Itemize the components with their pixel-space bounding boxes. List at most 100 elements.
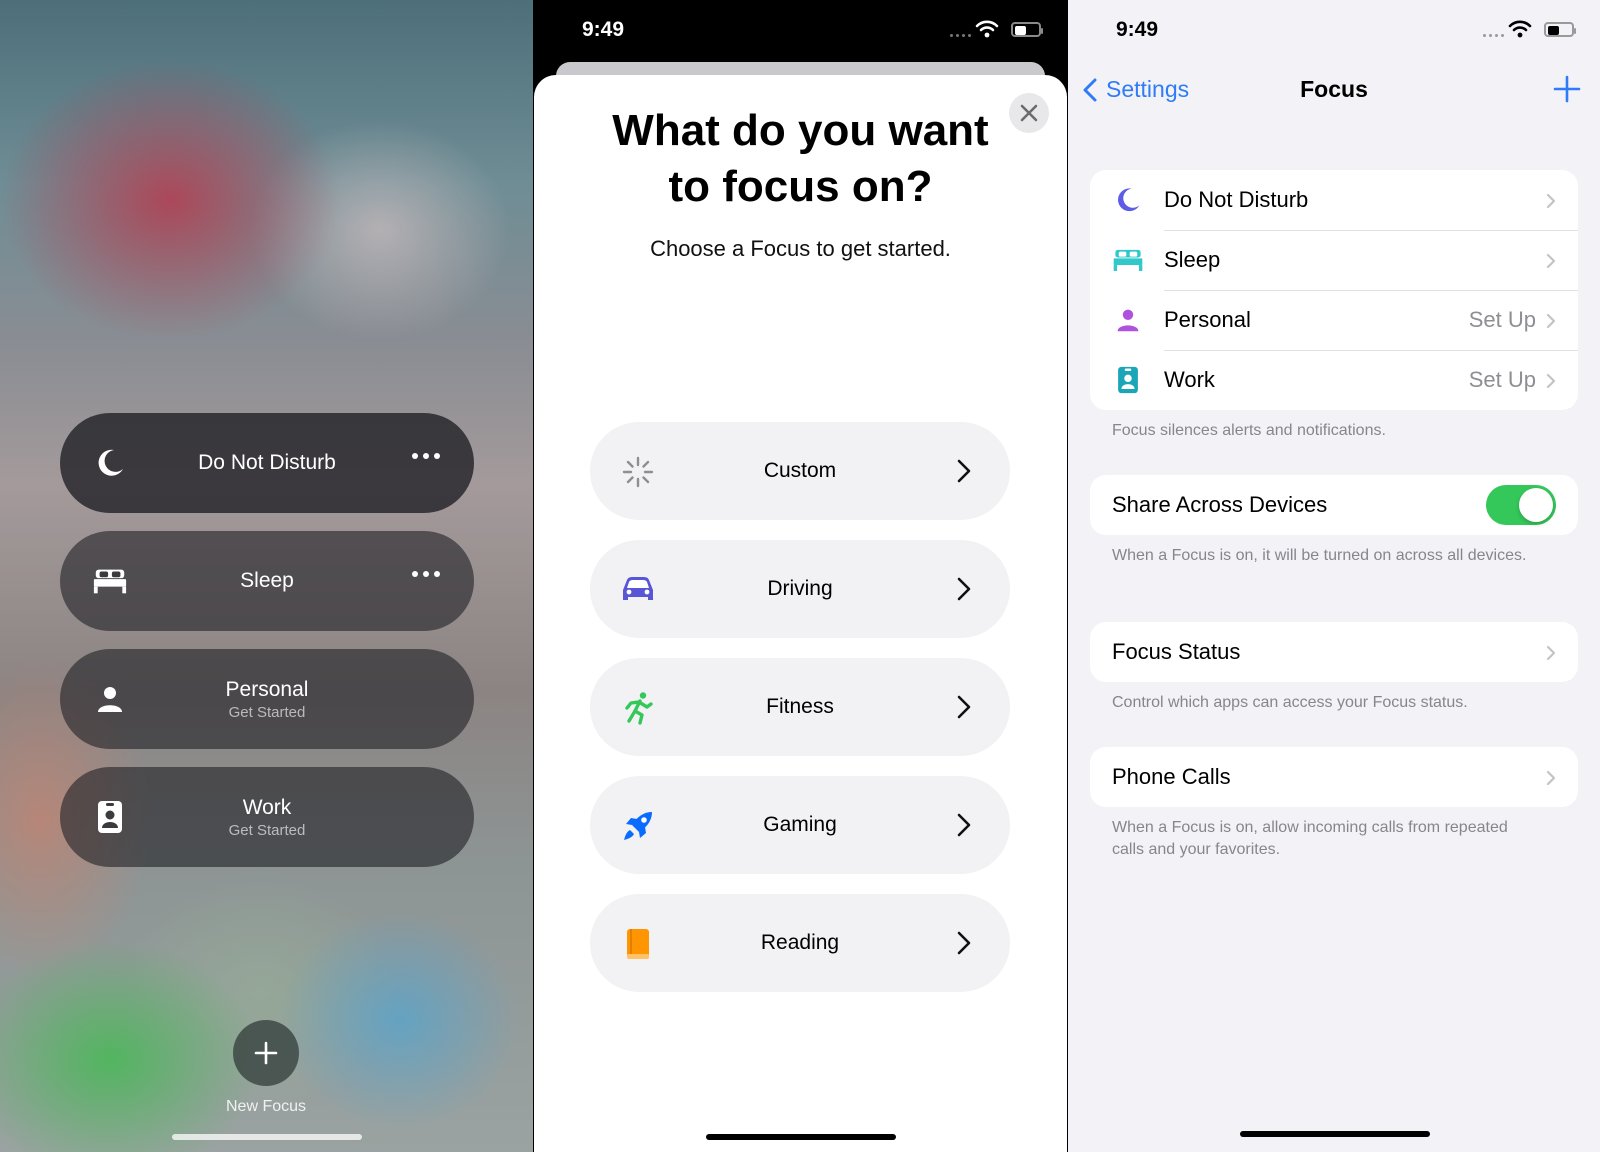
sparkle-icon [620, 454, 656, 490]
sheet-title: What do you want to focus on? [574, 103, 1027, 215]
focus-row-label: Sleep [1164, 247, 1221, 272]
focus-option-label: Gaming [763, 813, 837, 836]
phone-calls-footer: When a Focus is on, allow incoming calls… [1112, 819, 1508, 858]
home-indicator[interactable] [1240, 1131, 1430, 1137]
focus-row-personal[interactable]: Personal Set Up [1090, 290, 1578, 350]
focus-option-label: Reading [760, 931, 840, 954]
focus-row-work[interactable]: Work Set Up [1090, 350, 1578, 410]
sheet-title-line: to focus on? [668, 162, 933, 211]
back-button[interactable]: Settings [1082, 76, 1189, 103]
battery-icon [1544, 22, 1576, 37]
focus-pill-title: Sleep [240, 569, 294, 592]
focus-pill-do-not-disturb[interactable]: Do Not Disturb [60, 413, 474, 513]
plus-icon [254, 1041, 278, 1065]
chevron-right-icon [956, 694, 972, 725]
phone-calls-group: Phone Calls [1090, 747, 1578, 807]
chevron-right-icon [1546, 373, 1556, 394]
chevron-right-icon [956, 930, 972, 961]
focus-pill-subtitle: Get Started [228, 821, 306, 839]
share-label: Share Across Devices [1112, 492, 1328, 517]
phone-calls-row[interactable]: Phone Calls [1090, 747, 1578, 807]
sheet-subtitle: Choose a Focus to get started. [650, 236, 951, 261]
chevron-right-icon [1546, 313, 1556, 334]
moon-icon [1112, 184, 1144, 216]
focus-row-sleep[interactable]: Sleep [1090, 230, 1578, 290]
car-icon [620, 572, 656, 608]
wifi-icon [975, 20, 999, 43]
more-options-icon[interactable] [412, 571, 440, 577]
status-bar: 9:49 [534, 0, 1067, 62]
new-focus-button[interactable] [233, 1020, 299, 1086]
share-group: Share Across Devices [1090, 475, 1578, 535]
status-time: 9:49 [1116, 18, 1159, 41]
focus-list-footer: Focus silences alerts and notifications. [1112, 422, 1386, 439]
focus-picker-screen: 9:49 What do you want to focus on? Choos… [534, 0, 1067, 1152]
chevron-right-icon [956, 812, 972, 843]
add-focus-button[interactable] [1552, 74, 1582, 109]
focus-pill-work[interactable]: Work Get Started [60, 767, 474, 867]
share-footer: When a Focus is on, it will be turned on… [1112, 547, 1527, 564]
bed-icon [1112, 244, 1144, 276]
focus-pill-subtitle: Get Started [228, 703, 306, 721]
sheet-title-line: What do you want [612, 106, 989, 155]
focus-pill-personal[interactable]: Personal Get Started [60, 649, 474, 749]
chevron-right-icon [1546, 645, 1556, 666]
more-options-icon[interactable] [412, 453, 440, 459]
moon-icon [92, 445, 128, 481]
chevron-right-icon [956, 458, 972, 489]
focus-option-driving[interactable]: Driving [590, 540, 1010, 638]
back-button-label: Settings [1106, 76, 1190, 102]
focus-option-label: Fitness [766, 695, 834, 718]
home-indicator[interactable] [706, 1134, 896, 1140]
focus-row-value: Set Up [1468, 367, 1536, 392]
focus-status-row[interactable]: Focus Status [1090, 622, 1578, 682]
book-icon [620, 926, 656, 962]
status-time: 9:49 [582, 18, 625, 41]
phone-calls-label: Phone Calls [1112, 764, 1231, 789]
rocket-icon [620, 808, 656, 844]
chevron-right-icon [1546, 770, 1556, 791]
id-badge-icon [92, 799, 128, 835]
focus-row-value: Set Up [1468, 307, 1536, 332]
focus-option-label: Custom [763, 459, 837, 482]
focus-status-label: Focus Status [1112, 639, 1241, 664]
new-focus-label: New Focus [225, 1098, 307, 1115]
bed-icon [92, 563, 128, 599]
focus-pill-title: Work [242, 795, 292, 819]
share-across-devices-row: Share Across Devices [1090, 475, 1578, 535]
focus-option-gaming[interactable]: Gaming [590, 776, 1010, 874]
focus-option-custom[interactable]: Custom [590, 422, 1010, 520]
focus-option-fitness[interactable]: Fitness [590, 658, 1010, 756]
cellular-signal-icon [1483, 34, 1504, 37]
control-center-focus-screen: Do Not Disturb Sleep Personal Get Starte… [0, 0, 533, 1152]
runner-icon [620, 690, 656, 726]
plus-icon [1553, 75, 1581, 103]
toggle-knob [1519, 488, 1553, 522]
focus-option-label: Driving [767, 577, 833, 600]
share-across-devices-toggle[interactable] [1486, 485, 1556, 525]
home-indicator[interactable] [172, 1134, 362, 1140]
chevron-left-icon [1083, 78, 1097, 101]
chevron-right-icon [956, 576, 972, 607]
battery-icon [1011, 22, 1043, 37]
focus-row-label: Personal [1164, 307, 1251, 332]
focus-pill-title: Do Not Disturb [198, 451, 336, 474]
person-icon [92, 681, 128, 717]
focus-row-label: Do Not Disturb [1164, 187, 1309, 212]
cellular-signal-icon [950, 34, 971, 37]
focus-row-label: Work [1164, 367, 1215, 392]
focus-status-footer: Control which apps can access your Focus… [1112, 694, 1468, 711]
focus-row-do-not-disturb[interactable]: Do Not Disturb [1090, 170, 1578, 230]
focus-pill-title: Personal [225, 677, 309, 701]
focus-option-reading[interactable]: Reading [590, 894, 1010, 992]
settings-focus-screen: 9:49 Settings Focus Do Not Disturb Sleep… [1068, 0, 1600, 1152]
focus-status-group: Focus Status [1090, 622, 1578, 682]
focus-list-group: Do Not Disturb Sleep Personal Set Up Wor… [1090, 170, 1578, 410]
wifi-icon [1508, 20, 1532, 43]
focus-pill-sleep[interactable]: Sleep [60, 531, 474, 631]
status-bar: 9:49 [1068, 0, 1600, 62]
person-icon [1112, 304, 1144, 336]
chevron-right-icon [1546, 253, 1556, 274]
chevron-right-icon [1546, 193, 1556, 214]
id-badge-icon [1112, 364, 1144, 396]
